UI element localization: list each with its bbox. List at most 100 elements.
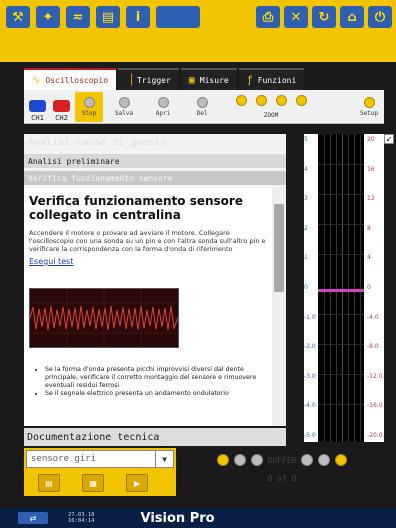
last-icon[interactable] [318, 454, 331, 466]
logo-icon[interactable] [156, 6, 200, 28]
waveform-icon: ∿ [32, 74, 41, 86]
wrench-icon[interactable]: ⚒ [6, 6, 30, 28]
scale-label-left: -3.0 [304, 372, 316, 380]
wrench-cross-icon[interactable]: ✕ [284, 6, 308, 28]
scale-label-right: 8 [367, 224, 371, 232]
folder-icon[interactable]: ▤ [96, 6, 120, 28]
left-strip [0, 90, 24, 508]
doc-title: Verifica funzionamento sensore collegato… [29, 194, 243, 222]
tech-docs-header[interactable]: Documentazione tecnica [24, 428, 286, 446]
scale-label-left: -4.0 [304, 402, 316, 410]
connection-icon[interactable]: ⇄ [18, 512, 48, 524]
prev-icon[interactable] [250, 454, 263, 466]
section-title[interactable]: Analisi cause di guasto [24, 134, 286, 150]
gear-icon [363, 96, 375, 108]
scale-label-left: -2.0 [304, 343, 316, 351]
doc-content: Verifica funzionamento sensore collegato… [24, 188, 272, 426]
scale-label-right: -12.0 [367, 372, 383, 380]
scale-label-left: 1 [304, 254, 308, 262]
scope-screen[interactable] [318, 134, 364, 442]
first-icon[interactable] [233, 454, 246, 466]
ch1-led [29, 99, 46, 112]
record-icon[interactable] [335, 454, 348, 466]
zoom-out-x-icon[interactable] [235, 94, 247, 106]
tab-funzioni[interactable]: ƒ Funzioni [238, 68, 305, 90]
scale-label-right: 16 [367, 165, 375, 173]
trigger-icon: ▕ [126, 74, 133, 86]
power-icon[interactable]: ⏻ [368, 6, 392, 28]
scale-label-right: -16.0 [367, 402, 383, 410]
home-icon[interactable]: ⌂ [340, 6, 364, 28]
image-icon[interactable]: ▦ [82, 474, 104, 492]
waveform-graphic [29, 289, 179, 347]
ch2-button[interactable]: CH2 [51, 92, 72, 122]
info-icon[interactable]: i [126, 6, 150, 28]
component-selector: sensore giri ▼ ▤ ▦ ▶ [24, 448, 176, 496]
scale-label-right: 4 [367, 254, 371, 262]
list-item: Se il segnale elettrico presenta un anda… [45, 390, 268, 398]
scale-label-right: -20.0 [367, 432, 383, 439]
scale-label-right: 12 [367, 195, 375, 203]
buffer-count: 0 of 0 [267, 474, 297, 483]
component-select[interactable]: sensore giri ▼ [26, 450, 174, 468]
save-icon [118, 96, 130, 108]
tab-trigger[interactable]: ▕ Trigger [118, 68, 179, 90]
setup-button[interactable]: Setup [352, 92, 386, 122]
buffer-controls: BUFFER 0 of 0 [192, 454, 372, 494]
salva-button[interactable]: Salva [106, 92, 142, 122]
run-test-link[interactable]: Esegui test [29, 257, 268, 266]
scale-label-right: -4.0 [367, 313, 379, 321]
scrollbar-thumb[interactable] [274, 204, 284, 292]
doc-scrollbar[interactable] [272, 188, 286, 426]
open-icon [157, 96, 169, 108]
tab-misure[interactable]: ▣ Misure [180, 68, 237, 90]
scale-label-left: -5.0 [304, 432, 316, 439]
document-icon[interactable]: ▤ [38, 474, 60, 492]
apri-button[interactable]: Apri [145, 92, 181, 122]
next-icon[interactable] [301, 454, 314, 466]
scale-label-right: 20 [367, 136, 375, 143]
resize-corner[interactable]: ↙ [384, 134, 394, 144]
doc-bullets: Se la forma d'onda presenta picchi impro… [45, 366, 268, 398]
app-window: ⚒ ✦ ≂ ▤ i ⎙ ✕ ↻ ⌂ ⏻ ∿ Oscilloscopio ▕ Trig… [0, 0, 396, 528]
list-item: Se la forma d'onda presenta picchi impro… [45, 366, 268, 390]
top-toolbar: ⚒ ✦ ≂ ▤ i ⎙ ✕ ↻ ⌂ ⏻ [0, 0, 396, 62]
reference-waveform-image [29, 288, 179, 348]
stop-icon [83, 96, 95, 108]
status-bar: ⇄ 27.03.18 16:04:14 Vision Pro [0, 508, 396, 528]
delete-icon [196, 96, 208, 108]
printer-icon[interactable]: ⎙ [256, 6, 280, 28]
tools-icon[interactable]: ✦ [36, 6, 60, 28]
zoom-in-x-icon[interactable] [255, 94, 267, 106]
del-button[interactable]: Del [184, 92, 220, 122]
ch1-button[interactable]: CH1 [27, 92, 48, 122]
video-icon[interactable]: ▶ [126, 474, 148, 492]
scale-label-left: 5 [304, 136, 308, 143]
scale-label-right: 0 [367, 284, 371, 291]
ch2-led [53, 99, 70, 112]
tab-bar: ∿ Oscilloscopio ▕ Trigger ▣ Misure ƒ Funzion… [0, 62, 396, 90]
ch1-trace [318, 289, 364, 292]
right-strip [384, 90, 396, 528]
buffer-label: BUFFER [267, 455, 297, 465]
wifi-icon[interactable]: ≂ [66, 6, 90, 28]
tab-oscilloscopio[interactable]: ∿ Oscilloscopio [24, 68, 117, 90]
brand-name: Vision Pro [140, 510, 215, 526]
datetime: 27.03.18 16:04:14 [68, 512, 95, 524]
scale-label-left: 3 [304, 195, 308, 203]
zoom-out-y-icon[interactable] [275, 94, 287, 106]
zoom-controls: ZOOM [223, 92, 319, 122]
stop-button[interactable]: Stop [75, 91, 103, 122]
step-title[interactable]: Verifica funzionamento sensore [24, 171, 286, 185]
scope-display[interactable]: 5 20 4 16 3 12 2 8 1 4 0 0 -1.0 -4.0 -2.0 -8.0 -3.0 -12.0… [304, 134, 384, 442]
function-icon: ƒ [246, 74, 253, 86]
scale-label-left: 2 [304, 224, 308, 232]
subsection-title[interactable]: Analisi preliminare [24, 154, 286, 168]
refresh-icon[interactable]: ↻ [312, 6, 336, 28]
back-icon[interactable] [216, 454, 229, 466]
chevron-down-icon[interactable]: ▼ [155, 451, 173, 467]
doc-text: Accendere il motore o provare ad avviare… [29, 229, 266, 253]
zoom-in-y-icon[interactable] [295, 94, 307, 106]
scale-label-left: -1.0 [304, 313, 316, 321]
diagnosis-panel: Analisi cause di guasto Analisi prelimin… [24, 134, 286, 426]
